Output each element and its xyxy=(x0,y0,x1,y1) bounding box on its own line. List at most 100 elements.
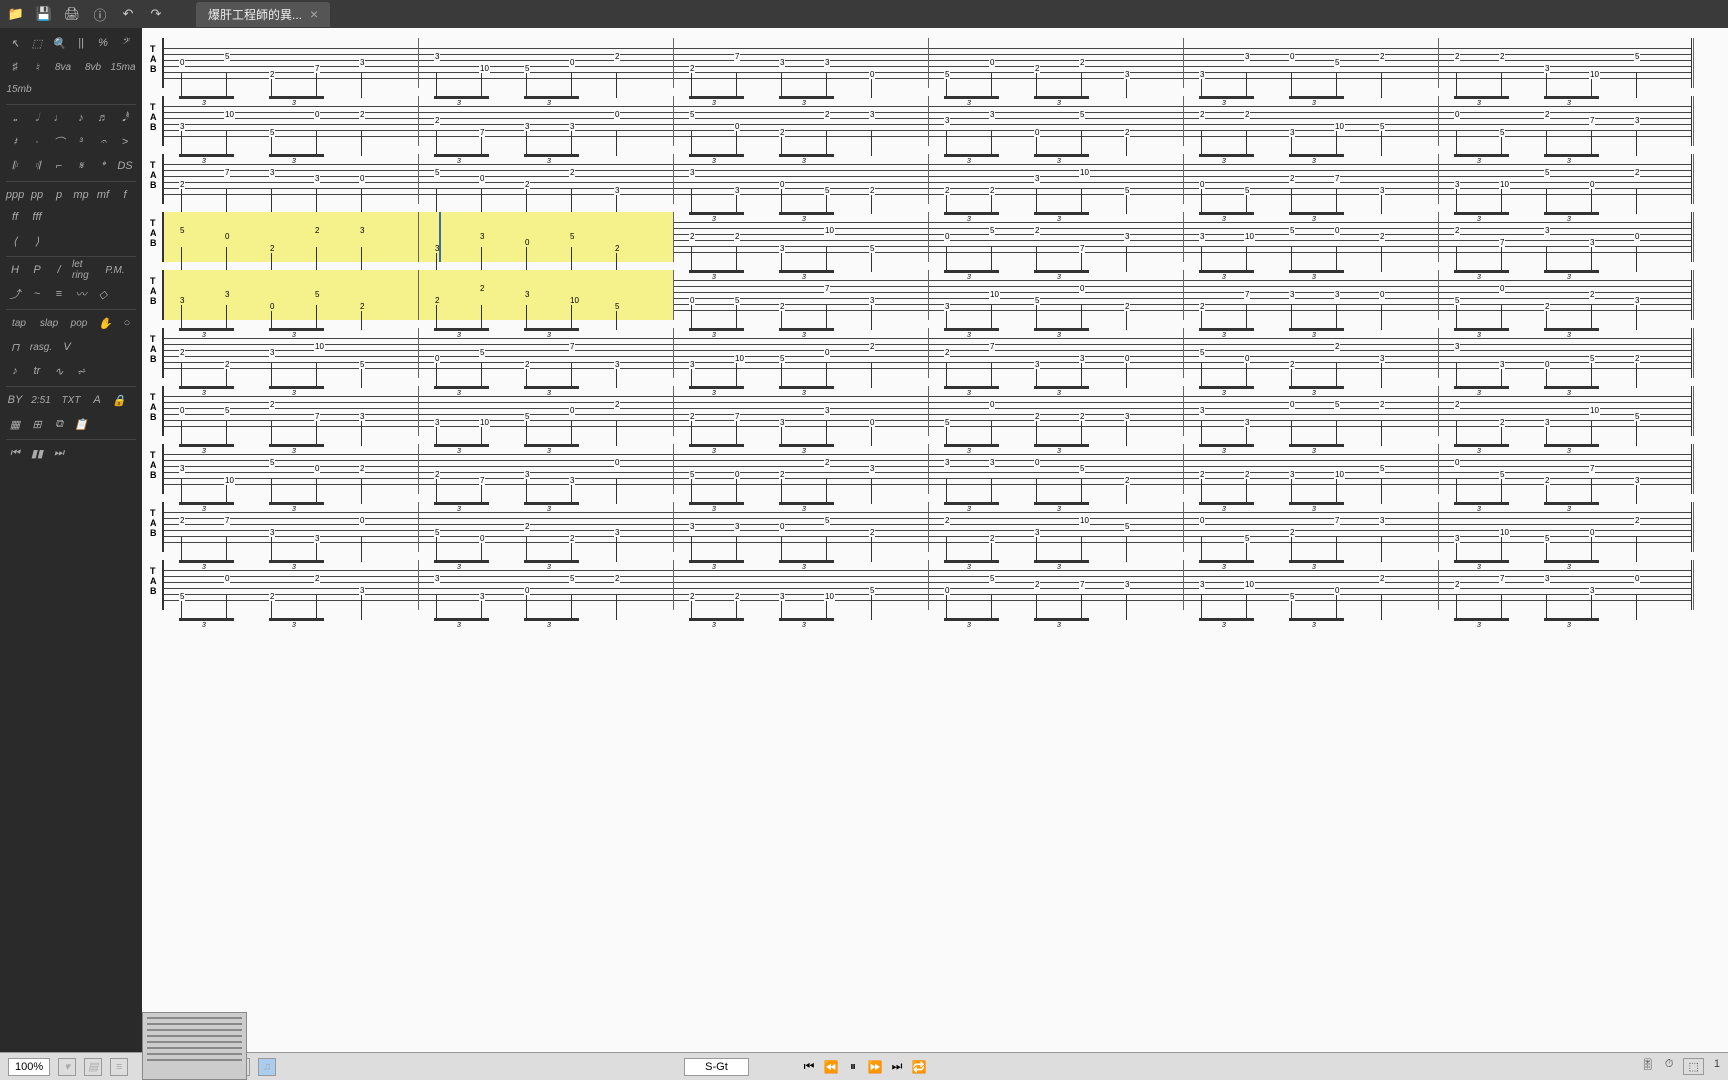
fret-number[interactable]: 0 xyxy=(869,70,875,79)
zoom-tool[interactable]: 🔍 xyxy=(50,34,68,52)
fret-number[interactable]: 3 xyxy=(524,122,530,131)
fret-number[interactable]: 3 xyxy=(779,418,785,427)
fret-number[interactable]: 2 xyxy=(689,64,695,73)
fret-number[interactable]: 0 xyxy=(734,122,740,131)
dynamic-pp[interactable]: pp xyxy=(28,186,46,204)
mordent-icon[interactable]: ⩫ xyxy=(72,362,90,380)
fret-number[interactable]: 0 xyxy=(1244,354,1250,363)
fret-number[interactable]: 2 xyxy=(524,360,530,369)
fret-number[interactable]: 7 xyxy=(1079,580,1085,589)
fret-number[interactable]: 0 xyxy=(989,400,995,409)
fret-number[interactable]: 2 xyxy=(224,360,230,369)
fret-number[interactable]: 2 xyxy=(269,592,275,601)
measure[interactable]: 5022333 xyxy=(929,38,1184,88)
fret-number[interactable]: 2 xyxy=(1454,400,1460,409)
measure[interactable]: 5022333 xyxy=(419,154,674,204)
fret-number[interactable]: 0 xyxy=(524,238,530,247)
measure[interactable]: 5022333 xyxy=(164,212,419,262)
fret-number[interactable]: 5 xyxy=(569,232,575,241)
fret-number[interactable]: 0 xyxy=(1499,284,1505,293)
fret-number[interactable]: 2 xyxy=(1199,470,1205,479)
fret-number[interactable]: 5 xyxy=(314,290,320,299)
fret-number[interactable]: 7 xyxy=(734,52,740,61)
forward-icon[interactable]: ⏩ xyxy=(865,1057,885,1077)
fret-number[interactable]: 2 xyxy=(434,296,440,305)
fret-number[interactable]: 5 xyxy=(1379,464,1385,473)
measure[interactable]: 0527333 xyxy=(419,328,674,378)
measure[interactable]: 31050233 xyxy=(674,328,929,378)
fret-number[interactable]: 3 xyxy=(689,168,695,177)
fret-number[interactable]: 5 xyxy=(989,574,995,583)
fret-number[interactable]: 2 xyxy=(1589,290,1595,299)
fret-number[interactable]: 0 xyxy=(179,58,185,67)
fret-number[interactable]: 2 xyxy=(1289,174,1295,183)
fret-number[interactable]: 0 xyxy=(734,470,740,479)
measure[interactable]: 2733033 xyxy=(1439,212,1694,262)
fret-number[interactable]: 3 xyxy=(869,110,875,119)
fret-number[interactable]: 3 xyxy=(434,574,440,583)
fret-number[interactable]: 0 xyxy=(824,348,830,357)
fret-number[interactable]: 0 xyxy=(224,232,230,241)
fret-number[interactable]: 0 xyxy=(1199,180,1205,189)
fret-number[interactable]: 2 xyxy=(524,522,530,531)
fret-number[interactable]: 2 xyxy=(1499,52,1505,61)
fret-number[interactable]: 7 xyxy=(1334,174,1340,183)
marker-time[interactable]: 2:51 xyxy=(28,391,54,409)
fret-number[interactable]: 5 xyxy=(569,574,575,583)
fret-number[interactable]: 3 xyxy=(314,534,320,543)
dynamic-p[interactable]: p xyxy=(50,186,68,204)
tie-icon[interactable]: ⌒ xyxy=(50,133,68,151)
measure[interactable]: 31050233 xyxy=(419,386,674,436)
tab-staff[interactable]: TAB5022333330523322310533052733331050233… xyxy=(162,560,1692,610)
fret-number[interactable]: 3 xyxy=(179,296,185,305)
measure[interactable]: 31050233 xyxy=(929,270,1184,320)
fret-number[interactable]: 5 xyxy=(1499,128,1505,137)
repeat-end-icon[interactable]: 𝄇 xyxy=(28,157,46,175)
measure[interactable]: 2733033 xyxy=(164,502,419,552)
fret-number[interactable]: 2 xyxy=(524,180,530,189)
grace-icon[interactable]: ♪ xyxy=(6,362,24,380)
redo-icon[interactable]: ↷ xyxy=(148,6,164,22)
fret-number[interactable]: 2 xyxy=(1079,58,1085,67)
up-stroke-icon[interactable]: V xyxy=(58,338,76,356)
fret-number[interactable]: 7 xyxy=(1334,516,1340,525)
fret-number[interactable]: 3 xyxy=(1379,186,1385,195)
fret-number[interactable]: 3 xyxy=(1199,70,1205,79)
measure[interactable]: 22310533 xyxy=(674,212,929,262)
fret-number[interactable]: 3 xyxy=(1289,290,1295,299)
fret-number[interactable]: 2 xyxy=(1124,128,1130,137)
fret-number[interactable]: 0 xyxy=(359,516,365,525)
fret-number[interactable]: 5 xyxy=(614,302,620,311)
fret-number[interactable]: 2 xyxy=(434,116,440,125)
cursor-tool[interactable]: ↖ xyxy=(6,34,24,52)
fret-number[interactable]: 2 xyxy=(1379,52,1385,61)
fret-number[interactable]: 5 xyxy=(1079,464,1085,473)
fret-number[interactable]: 5 xyxy=(1634,52,1640,61)
fret-number[interactable]: 2 xyxy=(569,534,575,543)
fret-number[interactable]: 0 xyxy=(869,418,875,427)
fret-number[interactable]: 5 xyxy=(1589,354,1595,363)
quindicesima-alta[interactable]: 15ma xyxy=(110,58,136,76)
measure[interactable]: 22310533 xyxy=(164,328,419,378)
metronome-icon[interactable]: 🎚 xyxy=(1641,1058,1655,1075)
fret-number[interactable]: 2 xyxy=(569,168,575,177)
fret-number[interactable]: 3 xyxy=(1379,354,1385,363)
measure[interactable]: 5022333 xyxy=(674,96,929,146)
instrument-selector[interactable]: S-Gt xyxy=(684,1058,749,1076)
fret-number[interactable]: 10 xyxy=(1334,122,1345,131)
measure[interactable]: 2733033 xyxy=(419,444,674,494)
measure[interactable]: 22310533 xyxy=(1439,386,1694,436)
fret-number[interactable]: 7 xyxy=(224,168,230,177)
fret-number[interactable]: 2 xyxy=(779,302,785,311)
tremolo-icon[interactable]: ≡ xyxy=(50,285,68,303)
fret-number[interactable]: 3 xyxy=(1589,586,1595,595)
fret-number[interactable]: 0 xyxy=(1034,458,1040,467)
fret-number[interactable]: 7 xyxy=(1499,574,1505,583)
fret-number[interactable]: 3 xyxy=(1499,360,1505,369)
fret-number[interactable]: 0 xyxy=(1544,360,1550,369)
fret-number[interactable]: 2 xyxy=(1454,52,1460,61)
fret-number[interactable]: 3 xyxy=(614,360,620,369)
fret-number[interactable]: 3 xyxy=(1034,174,1040,183)
fret-number[interactable]: 3 xyxy=(359,58,365,67)
fret-number[interactable]: 10 xyxy=(1499,180,1510,189)
